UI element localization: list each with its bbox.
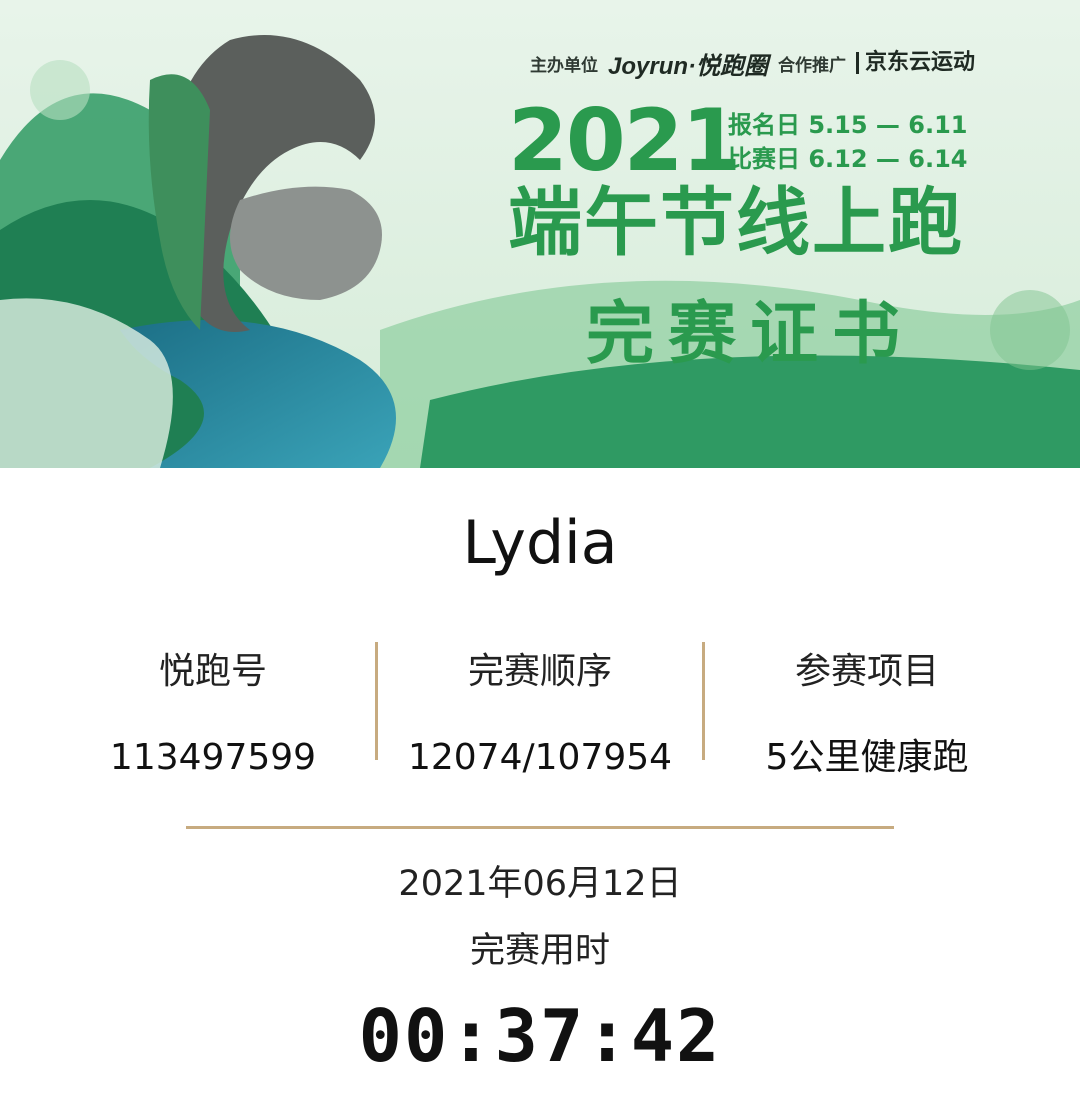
joyrun-logo: Joyrun·悦跑圈	[608, 52, 769, 80]
stat-runner-id: 悦跑号 113497599	[50, 640, 376, 788]
stat-value: 12074/107954	[407, 737, 673, 778]
finish-time: 00:37:42	[358, 994, 722, 1078]
jd-cloud-sport-logo: 京东云运动	[856, 52, 975, 74]
register-dates: 报名日 5.15 — 6.11	[728, 111, 968, 139]
certificate-title: 完赛证书	[586, 294, 915, 374]
sponsor-row: 主办单位 Joyrun·悦跑圈 合作推广 京东云运动	[530, 46, 975, 80]
stat-finish-rank: 完赛顺序 12074/107954	[377, 640, 703, 788]
race-dates: 比赛日 6.12 — 6.14	[728, 145, 968, 173]
certificate-banner: 主办单位 Joyrun·悦跑圈 合作推广 京东云运动 2021 报名日 5.15…	[0, 0, 1080, 468]
runner-name: Lydia	[462, 508, 618, 578]
finish-date: 2021年06月12日	[398, 864, 682, 904]
stat-event-type: 参赛项目 5公里健康跑	[704, 640, 1030, 788]
partner-label: 合作推广	[778, 55, 847, 76]
stat-label: 悦跑号	[158, 651, 267, 692]
event-dates: 报名日 5.15 — 6.11 比赛日 6.12 — 6.14	[728, 108, 968, 176]
year-separator	[710, 110, 714, 170]
section-divider	[186, 826, 894, 829]
stat-value: 5公里健康跑	[765, 737, 969, 778]
stat-label: 完赛顺序	[467, 651, 612, 692]
stat-label: 参赛项目	[794, 651, 939, 692]
stat-value: 113497599	[109, 737, 317, 778]
event-title: 端午节线上跑	[508, 180, 964, 266]
stats-row: 悦跑号 113497599 完赛顺序 12074/107954 参赛项目 5公里…	[50, 640, 1030, 780]
finish-time-label: 完赛用时	[469, 931, 610, 971]
event-year: 2021	[508, 91, 741, 191]
sponsor-label: 主办单位	[530, 55, 598, 76]
